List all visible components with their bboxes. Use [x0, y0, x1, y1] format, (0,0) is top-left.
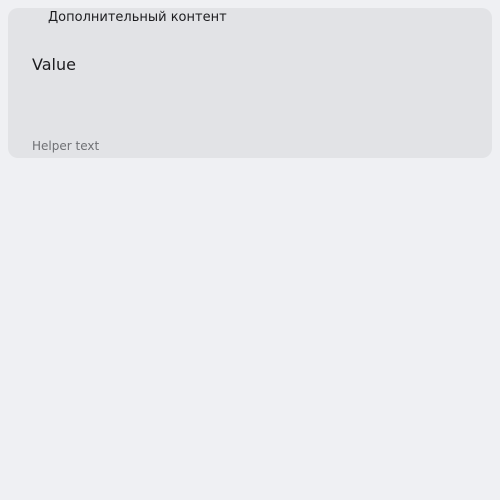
helper-text: Helper text: [32, 139, 100, 153]
text-field[interactable]: Value Helper text: [8, 8, 492, 158]
additional-content-label: Дополнительный контент: [48, 10, 227, 25]
field-value[interactable]: Value: [32, 55, 76, 75]
